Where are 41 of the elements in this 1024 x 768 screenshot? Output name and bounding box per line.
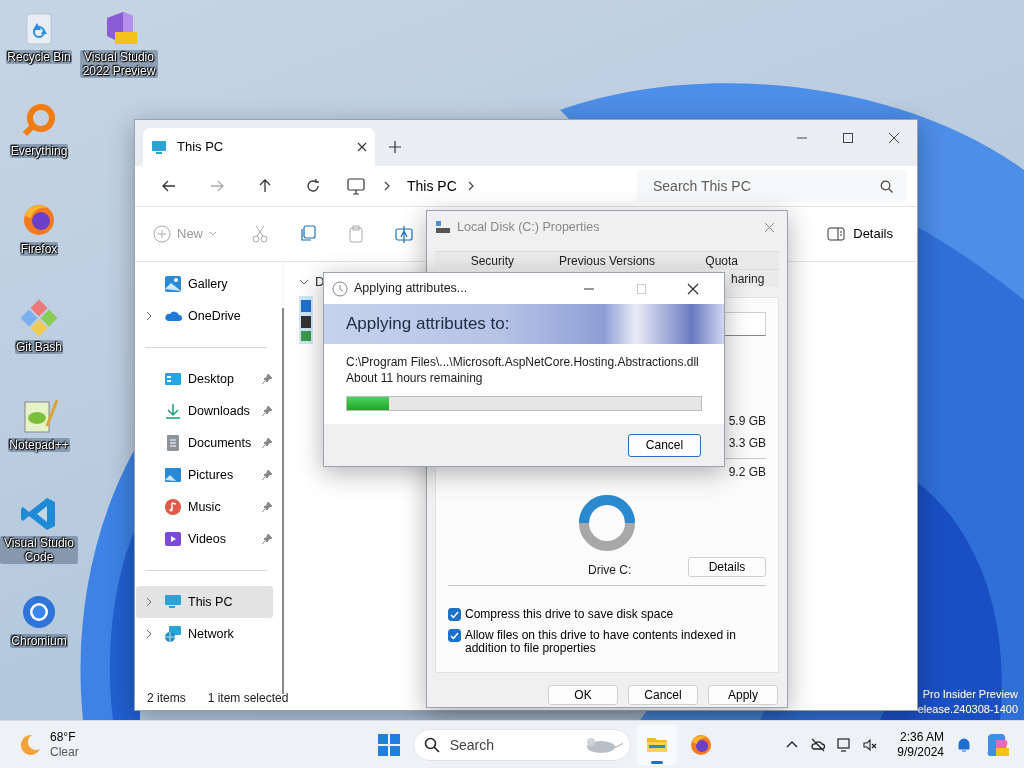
dialog-tab[interactable]: haring: [729, 269, 779, 287]
watermark-text: Pro Insider Preview: [922, 687, 1018, 702]
apply-button[interactable]: Apply: [708, 685, 778, 705]
sidebar-item[interactable]: Pictures: [136, 459, 273, 491]
sidebar-item[interactable]: OneDrive: [136, 300, 273, 332]
sidebar-item[interactable]: This PC: [136, 586, 273, 618]
file-path: C:\Program Files\...\Microsoft.AspNetCore.Hosting.Abstractions.dll: [346, 354, 700, 370]
window-title: Applying attributes...: [354, 280, 469, 298]
sidebar-item[interactable]: Network: [136, 618, 273, 650]
status-text: 1 item selected: [207, 690, 289, 707]
sidebar-item[interactable]: Videos: [136, 523, 273, 555]
dialog-tab[interactable]: Quota: [664, 251, 779, 269]
dialog-heading: Applying attributes to:: [324, 304, 724, 344]
details-button[interactable]: Details: [827, 224, 893, 244]
sidebar-item[interactable]: Gallery: [136, 268, 273, 300]
sidebar-item[interactable]: Documents: [136, 427, 273, 459]
status-text: 2 items: [147, 690, 186, 707]
taskbar-search-field[interactable]: Search: [412, 728, 631, 761]
size-value: 9.2 GB: [728, 464, 766, 481]
time-remaining: About 11 hours remaining: [346, 370, 484, 386]
window-title: Local Disk (C:) Properties: [457, 218, 601, 236]
drive-label: Drive C:: [588, 562, 632, 579]
weather-widget[interactable]: 68°F Clear: [18, 729, 79, 760]
search-field[interactable]: Search This PC: [637, 170, 907, 202]
cancel-button[interactable]: Cancel: [628, 685, 698, 705]
sidebar-item[interactable]: Desktop: [136, 363, 273, 395]
clock[interactable]: 2:36 AM 9/9/2024: [897, 729, 944, 760]
window-tab[interactable]: This PC: [143, 128, 375, 166]
details-button[interactable]: Details: [688, 557, 766, 577]
size-value: 5.9 GB: [728, 413, 766, 430]
watermark-text: elease.240308-1400: [917, 702, 1018, 717]
sidebar-item[interactable]: Downloads: [136, 395, 273, 427]
checkbox[interactable]: Compress this drive to save disk space: [448, 608, 766, 621]
dialog-tab[interactable]: Previous Versions: [549, 251, 665, 269]
checkbox[interactable]: Allow files on this drive to have contents indexed in addition to file properties: [448, 629, 766, 655]
size-value: 3.3 GB: [728, 435, 766, 452]
ok-button[interactable]: OK: [548, 685, 618, 705]
sidebar-item[interactable]: Music: [136, 491, 273, 523]
cancel-button[interactable]: Cancel: [628, 433, 701, 457]
breadcrumb-item[interactable]: This PC: [397, 175, 467, 197]
dialog-tab[interactable]: Security: [435, 251, 550, 269]
